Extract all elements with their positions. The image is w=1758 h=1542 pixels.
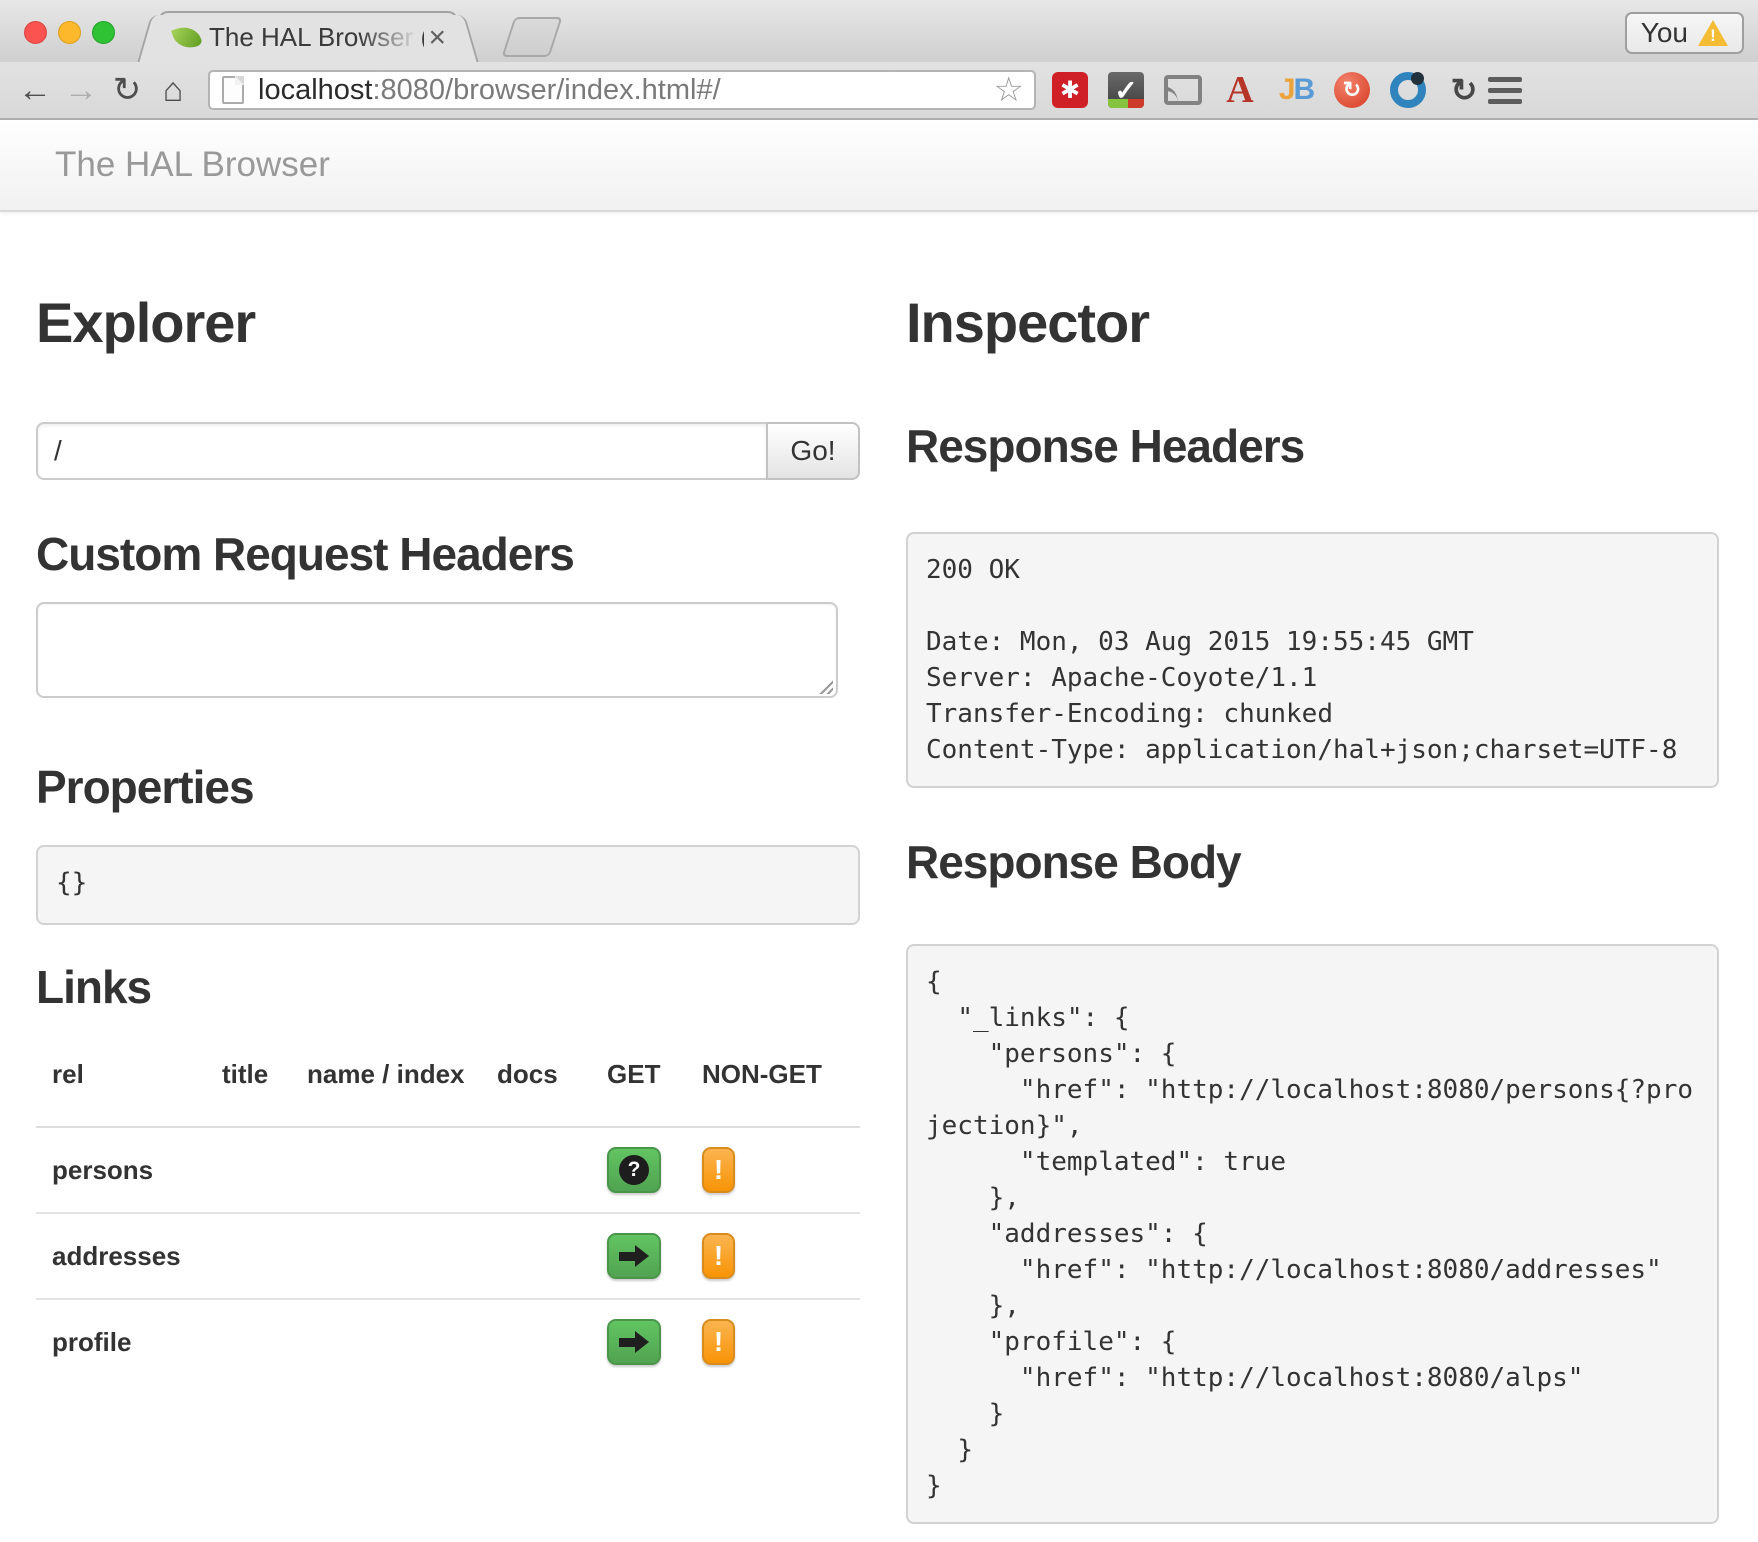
col-name-index: name / index xyxy=(291,1041,481,1127)
history-reload-extension-icon[interactable]: ↻ xyxy=(1446,72,1482,108)
jetbrains-extension-icon[interactable]: JB xyxy=(1278,72,1314,108)
new-tab-button[interactable] xyxy=(502,17,563,57)
sync-extension-icon[interactable]: ↻ xyxy=(1334,72,1370,108)
page-icon xyxy=(222,76,244,104)
url-text[interactable]: localhost:8080/browser/index.html#/ xyxy=(258,74,994,107)
address-bar[interactable]: localhost:8080/browser/index.html#/ ☆ xyxy=(208,70,1036,110)
link-rel: persons xyxy=(36,1127,206,1213)
warning-icon: ! xyxy=(1698,20,1728,46)
link-rel: addresses xyxy=(36,1213,206,1299)
lastpass-extension-icon[interactable]: ✱ xyxy=(1052,72,1088,108)
bookmark-star-icon[interactable]: ☆ xyxy=(994,73,1024,107)
non-get-button[interactable]: ! xyxy=(702,1319,735,1365)
response-headers-box: 200 OK Date: Mon, 03 Aug 2015 19:55:45 G… xyxy=(906,532,1719,788)
jetbrains-b: B xyxy=(1294,73,1314,107)
custom-request-headers-title: Custom Request Headers xyxy=(36,528,860,580)
go-button[interactable]: Go! xyxy=(766,422,860,480)
checkmark-extension-icon[interactable]: ✓ xyxy=(1108,72,1144,108)
follow-arrow-icon xyxy=(619,1245,649,1267)
app-brand: The HAL Browser xyxy=(55,145,330,185)
get-follow-button[interactable] xyxy=(607,1233,661,1279)
links-header-row: rel title name / index docs GET NON-GET xyxy=(36,1041,860,1127)
non-get-button[interactable]: ! xyxy=(702,1147,735,1193)
custom-headers-wrap xyxy=(36,580,838,703)
url-host: localhost xyxy=(258,74,372,106)
reload-button[interactable]: ↻ xyxy=(104,73,150,107)
blue-circle-extension-icon[interactable] xyxy=(1390,72,1426,108)
explorer-title: Explorer xyxy=(36,292,860,354)
link-rel: profile xyxy=(36,1299,206,1384)
back-button[interactable]: ← xyxy=(12,73,58,107)
non-get-button[interactable]: ! xyxy=(702,1233,735,1279)
spring-leaf-favicon xyxy=(171,23,203,53)
zoom-window-button[interactable] xyxy=(92,21,115,44)
browser-toolbar: ← → ↻ ⌂ localhost:8080/browser/index.htm… xyxy=(0,62,1758,120)
close-window-button[interactable] xyxy=(24,21,47,44)
get-templated-button[interactable]: ? xyxy=(607,1147,661,1193)
properties-box: {} xyxy=(36,845,860,925)
links-title: Links xyxy=(36,961,860,1013)
chrome-menu-icon[interactable] xyxy=(1488,77,1522,104)
app-navbar: The HAL Browser xyxy=(0,120,1758,212)
table-row: profile ! xyxy=(36,1299,860,1384)
profile-label: You xyxy=(1641,17,1688,49)
home-button[interactable]: ⌂ xyxy=(150,73,196,107)
response-body-box: { "_links": { "persons": { "href": "http… xyxy=(906,944,1719,1524)
tab-close-icon[interactable]: × xyxy=(428,23,446,53)
minimize-window-button[interactable] xyxy=(58,21,81,44)
chromecast-extension-icon[interactable] xyxy=(1164,75,1202,105)
extensions-row: ✱ ✓ A JB ↻ ↻ xyxy=(1052,72,1482,108)
tab-title-fade xyxy=(360,13,420,62)
page-content: Explorer Go! Custom Request Headers Prop… xyxy=(0,212,1758,1524)
get-follow-button[interactable] xyxy=(607,1319,661,1365)
profile-button[interactable]: You ! xyxy=(1625,12,1744,54)
col-docs: docs xyxy=(481,1041,591,1127)
inspector-title: Inspector xyxy=(906,292,1719,354)
jetbrains-j: J xyxy=(1279,73,1294,107)
table-row: persons ? ! xyxy=(36,1127,860,1213)
table-row: addresses ! xyxy=(36,1213,860,1299)
col-title: title xyxy=(206,1041,291,1127)
links-table: rel title name / index docs GET NON-GET … xyxy=(36,1041,860,1384)
custom-headers-textarea[interactable] xyxy=(36,602,838,698)
forward-button[interactable]: → xyxy=(58,73,104,107)
browser-titlebar: The HAL Browser (customi × You ! xyxy=(0,0,1758,62)
address-form: Go! xyxy=(36,422,860,480)
browser-tab[interactable]: The HAL Browser (customi × xyxy=(158,11,458,62)
follow-arrow-icon xyxy=(619,1331,649,1353)
response-headers-title: Response Headers xyxy=(906,420,1719,472)
resource-path-input[interactable] xyxy=(36,422,766,480)
inspector-column: Inspector Response Headers 200 OK Date: … xyxy=(906,212,1719,1524)
properties-title: Properties xyxy=(36,761,860,813)
adblock-extension-icon[interactable]: A xyxy=(1222,72,1258,108)
url-path: :8080/browser/index.html#/ xyxy=(372,74,720,106)
col-get: GET xyxy=(591,1041,686,1127)
templated-query-icon: ? xyxy=(619,1155,649,1185)
response-body-title: Response Body xyxy=(906,836,1719,888)
col-nonget: NON-GET xyxy=(686,1041,860,1127)
col-rel: rel xyxy=(36,1041,206,1127)
explorer-column: Explorer Go! Custom Request Headers Prop… xyxy=(36,212,860,1524)
